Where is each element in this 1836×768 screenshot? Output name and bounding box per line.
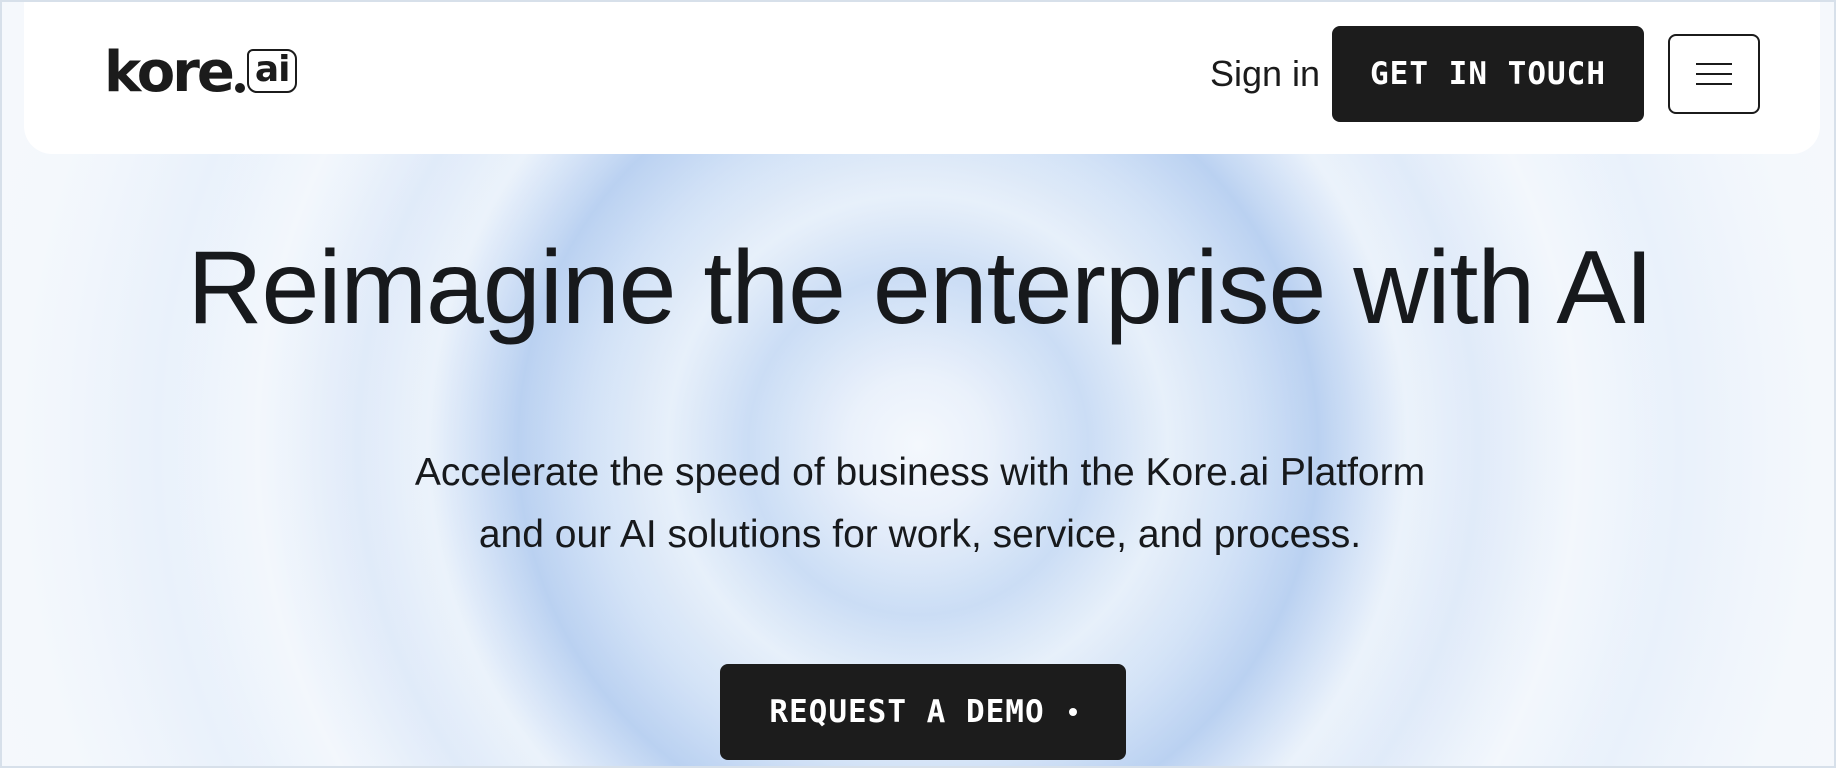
hamburger-menu-icon-bar — [1696, 73, 1732, 75]
logo-dot-icon — [234, 83, 245, 93]
hamburger-menu-icon-bar — [1696, 83, 1732, 85]
logo-wordmark: kore — [104, 40, 235, 105]
request-demo-label: REQUEST A DEMO — [769, 694, 1045, 730]
hero-subtitle-line-2: and our AI solutions for work, service, … — [478, 513, 1362, 556]
page-background: kore ai Sign in GET IN TOUCH Reimagine t… — [0, 0, 1836, 768]
logo-ai-badge: ai — [246, 49, 298, 93]
site-header: kore ai Sign in GET IN TOUCH — [24, 2, 1820, 154]
hero-subtitle-line-1: Accelerate the speed of business with th… — [414, 451, 1426, 494]
get-in-touch-button[interactable]: GET IN TOUCH — [1332, 26, 1644, 122]
hero-title: Reimagine the enterprise with AI — [187, 230, 1653, 346]
request-demo-button[interactable]: REQUEST A DEMO — [720, 664, 1126, 760]
dot-icon — [1068, 708, 1077, 716]
sign-in-link[interactable]: Sign in — [1210, 50, 1320, 98]
hamburger-menu-icon — [1696, 63, 1732, 65]
hero-subtitle: Accelerate the speed of business with th… — [2, 442, 1834, 566]
hamburger-menu-button[interactable] — [1668, 34, 1760, 114]
kore-ai-logo[interactable]: kore ai — [104, 40, 298, 105]
